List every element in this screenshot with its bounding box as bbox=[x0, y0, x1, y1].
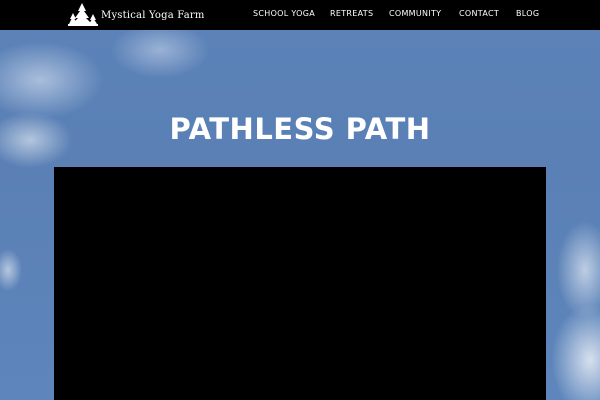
nav-item-blog[interactable]: BLOG bbox=[516, 9, 539, 18]
logo-text: Mystical Yoga Farm bbox=[101, 9, 205, 21]
nav-item-contact[interactable]: CONTACT bbox=[459, 9, 499, 18]
top-navigation-bar: Mystical Yoga Farm SCHOOL YOGA RETREATS … bbox=[0, 0, 600, 30]
nav-item-retreats[interactable]: RETREATS bbox=[330, 9, 373, 18]
nav-item-school-yoga[interactable]: SCHOOL YOGA bbox=[253, 9, 315, 18]
page-title: PATHLESS PATH bbox=[169, 112, 431, 146]
video-embed[interactable] bbox=[54, 167, 546, 400]
site-logo[interactable]: Mystical Yoga Farm bbox=[68, 2, 205, 28]
nav-item-community[interactable]: COMMUNITY bbox=[389, 9, 441, 18]
pine-trees-icon bbox=[68, 2, 98, 28]
